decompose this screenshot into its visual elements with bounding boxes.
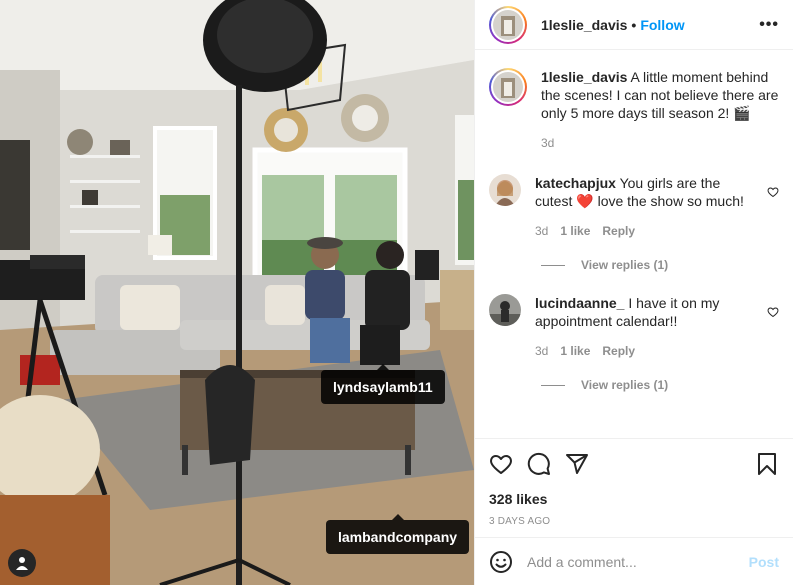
comment-age[interactable]: 3d [535, 342, 548, 360]
view-replies-button[interactable]: View replies (1) [541, 258, 779, 272]
heart-icon[interactable] [489, 452, 513, 476]
emoji-icon[interactable] [489, 550, 513, 574]
comment-username[interactable]: katechapjux [535, 175, 616, 191]
caption-avatar[interactable] [489, 68, 527, 106]
caption-username[interactable]: 1leslie_davis [541, 69, 627, 85]
user-tag-icon [16, 557, 28, 570]
commenter-avatar[interactable] [489, 174, 521, 206]
reply-button[interactable]: Reply [602, 342, 635, 360]
caption-row: 1leslie_davis A little moment behind the… [489, 68, 779, 152]
commenter-avatar-image [489, 174, 521, 206]
commenter-avatar-image [489, 294, 521, 326]
comment-username[interactable]: lucindaanne_ [535, 295, 624, 311]
comment-row: lucindaanne_ I have it on my appointment… [489, 294, 779, 360]
heart-emoji: ❤️ [576, 193, 594, 209]
comment-body: lucindaanne_ I have it on my appointment… [535, 294, 779, 360]
post-photo[interactable]: lyndsaylamb11 lambandcompany [0, 0, 474, 585]
post-comment-button[interactable]: Post [749, 554, 779, 570]
caption-body: 1leslie_davis A little moment behind the… [541, 68, 779, 152]
post-actions: 328 likes 3 DAYS AGO [475, 438, 793, 538]
comment-age[interactable]: 3d [535, 222, 548, 240]
photo-scene [0, 0, 474, 585]
reply-button[interactable]: Reply [602, 222, 635, 240]
post-header: 1leslie_davis • Follow ••• [475, 0, 793, 50]
post-date[interactable]: 3 DAYS AGO [489, 516, 779, 527]
more-options-button[interactable]: ••• [759, 16, 779, 34]
caption-avatar-image [493, 72, 523, 102]
separator-dot: • [631, 16, 637, 33]
small-heart-icon[interactable] [767, 186, 779, 198]
view-replies-line [541, 384, 565, 386]
commenter-avatar[interactable] [489, 294, 521, 326]
author-username[interactable]: 1leslie_davis [541, 17, 627, 33]
comment-icon[interactable] [527, 452, 551, 476]
author-avatar[interactable] [489, 5, 527, 44]
share-icon[interactable] [565, 452, 589, 476]
view-replies-label: View replies (1) [581, 258, 669, 272]
caption-age[interactable]: 3d [541, 134, 554, 152]
comment-body: katechapjux You girls are the cutest ❤️ … [535, 174, 779, 240]
comment-likes[interactable]: 1 like [560, 222, 590, 240]
comment-row: katechapjux You girls are the cutest ❤️ … [489, 174, 779, 240]
view-replies-label: View replies (1) [581, 378, 669, 392]
follow-button[interactable]: Follow [640, 17, 684, 33]
comments-list: 1leslie_davis A little moment behind the… [489, 68, 779, 392]
bookmark-icon[interactable] [755, 452, 779, 476]
post-side-panel: 1leslie_davis • Follow ••• 1leslie_davis… [474, 0, 793, 585]
author-avatar-image [493, 9, 523, 40]
add-comment-bar: Add a comment... Post [475, 537, 793, 585]
view-replies-button[interactable]: View replies (1) [541, 378, 779, 392]
photo-tag-lyndsaylamb11[interactable]: lyndsaylamb11 [321, 364, 445, 404]
comment-text-cont: love the show so much! [597, 193, 744, 209]
comment-input[interactable]: Add a comment... [527, 554, 749, 570]
view-replies-line [541, 264, 565, 266]
action-icons [489, 451, 779, 477]
comment-likes[interactable]: 1 like [560, 342, 590, 360]
likes-count[interactable]: 328 likes [489, 491, 779, 507]
user-tag-button[interactable] [8, 549, 36, 577]
photo-tag-lambandcompany[interactable]: lambandcompany [326, 514, 470, 554]
post-modal: lyndsaylamb11 lambandcompany 1leslie_dav… [0, 0, 793, 585]
small-heart-icon[interactable] [767, 306, 779, 318]
